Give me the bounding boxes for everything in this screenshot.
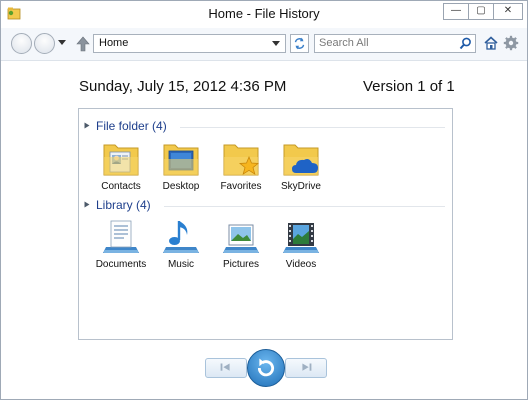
item-label: Videos: [285, 259, 317, 270]
home-icon[interactable]: [483, 35, 499, 51]
previous-icon: [220, 363, 230, 371]
videos-library-icon: [283, 223, 319, 253]
address-bar[interactable]: Home: [93, 34, 286, 53]
group-divider: [164, 206, 445, 207]
maximize-button[interactable]: ▢: [468, 3, 493, 20]
forward-button[interactable]: [34, 33, 55, 54]
folder-item-desktop[interactable]: Desktop: [152, 139, 210, 195]
backup-contents-pane: File folder (4) Contacts Desktop Favorit…: [78, 108, 453, 340]
file-history-window: Home - File History — ▢ ✕ Home Search Al…: [0, 0, 528, 400]
close-button[interactable]: ✕: [493, 3, 523, 20]
restore-icon: [257, 358, 275, 377]
group-header-file-folder[interactable]: File folder (4): [84, 118, 446, 134]
library-item-documents[interactable]: Documents: [92, 217, 150, 273]
folder-item-skydrive[interactable]: SkyDrive: [272, 139, 330, 195]
documents-library-icon: [103, 220, 139, 253]
close-icon: ✕: [503, 5, 513, 16]
minimize-icon: —: [451, 5, 461, 16]
backup-date: Sunday, July 15, 2012 4:36 PM: [79, 78, 287, 95]
folder-item-favorites[interactable]: Favorites: [212, 139, 270, 195]
up-arrow-icon[interactable]: [76, 36, 90, 52]
desktop-folder-icon: [163, 144, 199, 176]
address-text: Home: [99, 37, 129, 49]
navigation-bar: Home Search All: [1, 28, 527, 61]
previous-version-button[interactable]: [205, 358, 247, 378]
group-header-library[interactable]: Library (4): [84, 197, 446, 213]
maximize-icon: ▢: [476, 5, 486, 16]
folder-item-contacts[interactable]: Contacts: [92, 139, 150, 195]
contacts-folder-icon: [103, 144, 139, 176]
skydrive-folder-icon: [283, 144, 319, 176]
next-version-button[interactable]: [285, 358, 327, 378]
search-box[interactable]: Search All: [314, 34, 476, 53]
gear-icon[interactable]: [503, 35, 519, 51]
favorites-folder-icon: [223, 144, 260, 176]
group-divider: [180, 127, 445, 128]
collapse-triangle-icon[interactable]: [84, 201, 90, 208]
group-label: Library (4): [96, 198, 151, 212]
group-label: File folder (4): [96, 119, 167, 133]
collapse-triangle-icon[interactable]: [84, 122, 90, 129]
library-item-pictures[interactable]: Pictures: [212, 217, 270, 273]
restore-button[interactable]: [247, 349, 285, 387]
library-item-music[interactable]: Music: [152, 217, 210, 273]
search-placeholder: Search All: [319, 37, 369, 49]
item-label: SkyDrive: [280, 181, 321, 192]
title-bar[interactable]: Home - File History — ▢ ✕: [1, 1, 527, 27]
library-item-videos[interactable]: Videos: [272, 217, 330, 273]
address-dropdown-chevron-icon[interactable]: [272, 41, 280, 46]
music-library-icon: [163, 221, 199, 253]
refresh-icon: [294, 37, 305, 50]
next-icon: [302, 363, 312, 371]
back-button[interactable]: [11, 33, 32, 54]
pictures-library-icon: [223, 224, 259, 253]
playback-controls: [205, 348, 327, 388]
recent-locations-chevron-icon[interactable]: [58, 40, 66, 45]
refresh-button[interactable]: [290, 34, 309, 53]
minimize-button[interactable]: —: [443, 3, 468, 20]
version-indicator: Version 1 of 1: [363, 78, 455, 95]
search-icon[interactable]: [459, 37, 472, 50]
